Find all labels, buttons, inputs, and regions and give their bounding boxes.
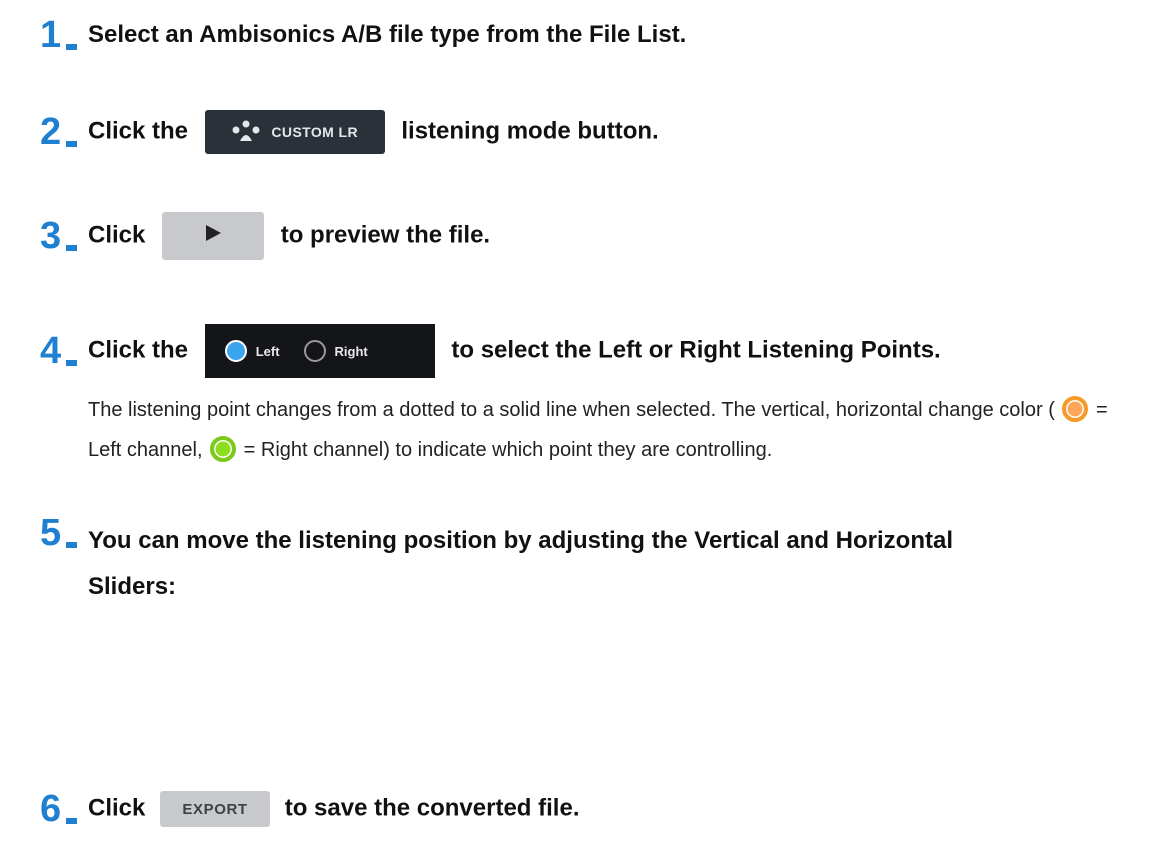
step-suffix: to preview the file. <box>280 221 491 249</box>
custom-lr-icon <box>231 119 261 146</box>
step-number: 4 <box>40 332 88 370</box>
step-suffix: listening mode button. <box>401 117 659 145</box>
step-prefix: Click <box>88 794 146 822</box>
step-4-real: 4 Click the Left Right to select the Lef… <box>40 324 941 378</box>
play-icon <box>203 222 223 250</box>
step-6: 6 Click EXPORT to save the converted fil… <box>40 790 579 828</box>
step-4-description: The listening point changes from a dotte… <box>88 390 1128 470</box>
right-channel-swatch-icon <box>210 436 237 462</box>
left-radio-label: Left <box>255 343 280 359</box>
step-1: 1 Select an Ambisonics A/B file type fro… <box>40 16 686 54</box>
step-2: 2 Click the CUSTOM LR listening mode but… <box>40 110 659 154</box>
step-number: 6 <box>40 790 88 828</box>
step-number: 5 <box>40 514 88 552</box>
step-text: You can move the listening position by a… <box>88 527 953 600</box>
step-number: 1 <box>40 16 88 54</box>
right-radio-label: Right <box>334 343 368 359</box>
step-text: Select an Ambisonics A/B file type from … <box>88 21 687 48</box>
right-channel-label: = Right channel) to indicate which point… <box>243 439 773 461</box>
step-prefix: Click the <box>88 336 189 364</box>
step-suffix: to select the Left or Right Listening Po… <box>451 336 941 364</box>
right-radio[interactable]: Right <box>303 340 368 362</box>
step-text: Click the Left Right to select the Left … <box>88 324 941 378</box>
step-suffix: to save the converted file. <box>284 794 580 822</box>
left-radio[interactable]: Left <box>224 340 280 362</box>
step-number: 2 <box>40 113 88 151</box>
step-text: Click to preview the file. <box>88 212 490 260</box>
left-channel-swatch-icon <box>1062 396 1089 422</box>
step-text: Click EXPORT to save the converted file. <box>88 791 579 827</box>
step-prefix: Click the <box>88 117 189 145</box>
description-text: The listening point changes from a dotte… <box>88 399 1055 421</box>
step-number: 3 <box>40 217 88 255</box>
play-button[interactable] <box>162 212 265 260</box>
step-prefix: Click <box>88 221 146 249</box>
export-button[interactable]: EXPORT <box>160 791 271 827</box>
custom-lr-button[interactable]: CUSTOM LR <box>204 110 385 154</box>
custom-lr-label: CUSTOM LR <box>271 124 358 140</box>
radio-unselected-icon <box>303 340 326 362</box>
left-right-radio-group: Left Right <box>204 324 435 378</box>
step-3: 3 Click to preview the file. <box>40 212 490 260</box>
radio-selected-icon <box>224 340 247 362</box>
step-text: Click the CUSTOM LR listening mode butto… <box>88 110 659 154</box>
